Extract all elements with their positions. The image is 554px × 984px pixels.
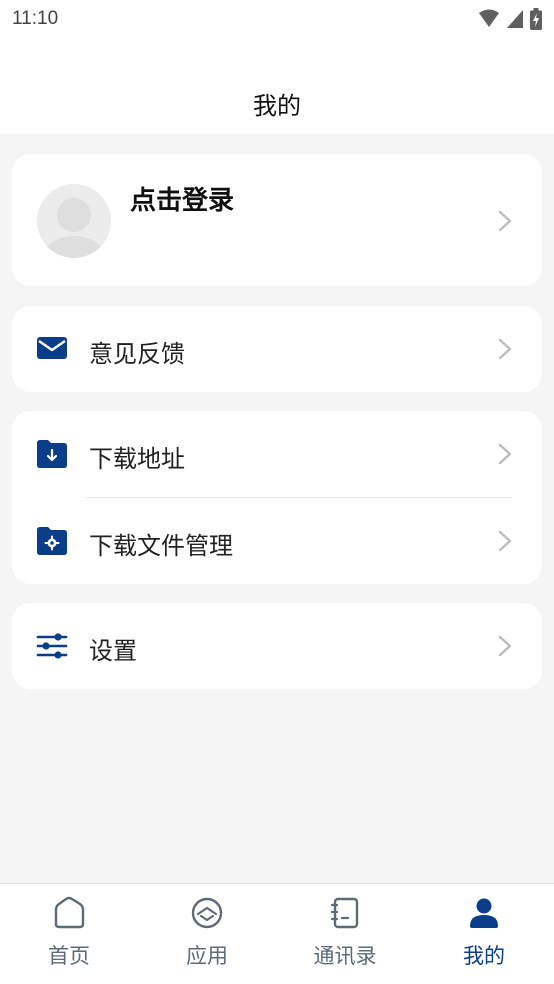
folder-settings-icon [37, 527, 67, 555]
chevron-right-icon [498, 443, 512, 465]
chevron-right-icon [498, 210, 512, 232]
folder-download-icon [37, 440, 67, 468]
login-label[interactable]: 点击登录 [130, 180, 234, 217]
home-icon [54, 896, 85, 929]
page-title: 我的 [253, 92, 301, 120]
status-time: 11:10 [12, 8, 59, 29]
settings-card: 设置 [12, 603, 542, 689]
tab-mine[interactable]: 我的 [414, 884, 554, 984]
chevron-right-icon [498, 338, 512, 360]
feedback-label: 意见反馈 [89, 340, 185, 368]
tab-home[interactable]: 首页 [0, 884, 138, 984]
tab-contacts[interactable]: 通讯录 [276, 884, 414, 984]
signal-icon [507, 10, 523, 28]
download-file-manage-label: 下载文件管理 [89, 532, 233, 560]
profile-card[interactable]: 点击登录 [12, 154, 542, 286]
download-address-label: 下载地址 [89, 445, 185, 473]
contacts-icon [330, 897, 359, 929]
chevron-right-icon [498, 530, 512, 552]
menu-item-settings[interactable]: 设置 [12, 603, 542, 689]
bottom-tab-bar: 首页 应用 通讯录 我的 [0, 883, 554, 984]
avatar [37, 184, 111, 258]
feedback-card: 意见反馈 [12, 306, 542, 392]
tab-contacts-label: 通讯录 [313, 944, 377, 968]
tab-apps[interactable]: 应用 [138, 884, 276, 984]
menu-item-feedback[interactable]: 意见反馈 [12, 306, 542, 392]
avatar-placeholder-icon [44, 198, 104, 258]
tab-home-label: 首页 [48, 944, 90, 968]
tab-apps-label: 应用 [186, 944, 228, 968]
apps-icon [191, 897, 223, 929]
menu-item-download-address[interactable]: 下载地址 [12, 411, 542, 497]
settings-label: 设置 [89, 637, 137, 665]
sliders-icon [36, 633, 68, 659]
wifi-icon [479, 9, 499, 27]
top-bar: 我的 [0, 40, 554, 134]
person-icon [470, 898, 498, 928]
chevron-right-icon [498, 635, 512, 657]
download-card: 下载地址 下载文件管理 [12, 411, 542, 584]
battery-charging-icon [530, 8, 542, 30]
status-bar: 11:10 [0, 0, 554, 40]
mail-icon [37, 337, 67, 359]
menu-item-download-file-manage[interactable]: 下载文件管理 [12, 498, 542, 584]
tab-mine-label: 我的 [463, 944, 505, 968]
